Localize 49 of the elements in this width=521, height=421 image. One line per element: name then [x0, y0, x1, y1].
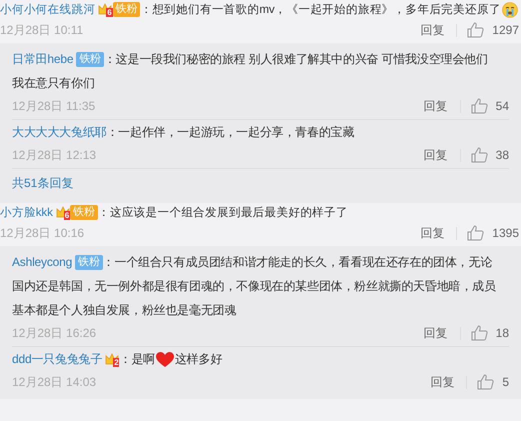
like-count: 18 [496, 326, 509, 340]
reply-link[interactable]: 回复 [420, 22, 444, 38]
reply-link[interactable]: 回复 [424, 146, 448, 164]
thumbs-up-icon[interactable] [477, 374, 494, 390]
reply-link[interactable]: 回复 [424, 98, 448, 114]
comment-time: 12月28日 10:11 [0, 22, 84, 38]
user-name[interactable]: ddd一只兔兔兔子 [12, 352, 102, 366]
like-count: 1395 [492, 226, 519, 240]
comment-text: ：这应该是一个组合发展到最后最美好的样子了 [98, 206, 348, 219]
comment-time: 12月28日 16:26 [12, 324, 98, 342]
comment-text: ：一个组合只有成员团结和谐才能走的长久，看看现在还存在的团体，无论 [102, 255, 492, 269]
level-badge: 2 [113, 358, 120, 368]
fan-badge: 铁粉 [112, 2, 140, 18]
heart-icon [156, 352, 174, 368]
fan-badge: 铁粉 [76, 52, 104, 68]
thumbs-up-icon[interactable] [467, 225, 484, 241]
fan-badge: 铁粉 [75, 255, 103, 270]
thumbs-up-icon[interactable] [467, 22, 484, 38]
comment-time: 12月28日 12:13 [12, 146, 98, 164]
user-name[interactable]: 小方脸kkk [0, 206, 53, 219]
thumbs-up-icon[interactable] [470, 147, 488, 163]
like-count: 1297 [492, 23, 519, 37]
thumbs-up-icon[interactable] [470, 98, 488, 114]
reply-link[interactable]: 回复 [420, 224, 444, 242]
level-badge: 6 [106, 8, 113, 18]
comment-text: 国内还是韩国，无一例外都是很有团魂的，不像现在的某些团体，粉丝就撕的天昏地暗，成员 [12, 279, 496, 293]
user-name[interactable]: 小何小何在线跳河 [0, 3, 96, 16]
crying-face-icon [502, 2, 518, 18]
comment-time: 12月28日 14:03 [12, 374, 98, 390]
more-replies-link[interactable]: 共51条回复 [12, 176, 74, 190]
user-name[interactable]: 日常田hebe [12, 52, 74, 66]
like-count: 54 [496, 99, 509, 113]
comment-text: ：这是一段我们秘密的旅程 别人很难了解其中的兴奋 可惜我没空理会他们 [104, 52, 488, 66]
fan-badge: 铁粉 [70, 205, 98, 220]
user-name[interactable]: 大大大大大兔纸耶 [12, 125, 106, 139]
like-count: 5 [502, 375, 509, 389]
comment-text: ：想到她们有一首歌的mv，《一起开始的旅程》，多年后完美还原了 [140, 3, 501, 16]
thumbs-up-icon[interactable] [470, 325, 488, 341]
comment-time: 12月28日 11:35 [12, 98, 96, 114]
comment-text: 基本都是个人独自发展，粉丝也是毫无团魂 [12, 303, 236, 317]
user-name[interactable]: Ashleycong [12, 255, 72, 269]
reply-link[interactable]: 回复 [424, 324, 448, 342]
comment-text: 我在意只有你们 [12, 76, 95, 90]
comment-text: ：一起作伴，一起游玩，一起分享，青春的宝藏 [106, 125, 354, 139]
comment-text: 这样多好 [174, 352, 222, 366]
like-count: 38 [496, 148, 509, 162]
comment-time: 12月28日 10:16 [0, 224, 86, 242]
reply-link[interactable]: 回复 [430, 374, 454, 390]
comment-text: ：是啊 [119, 352, 155, 366]
